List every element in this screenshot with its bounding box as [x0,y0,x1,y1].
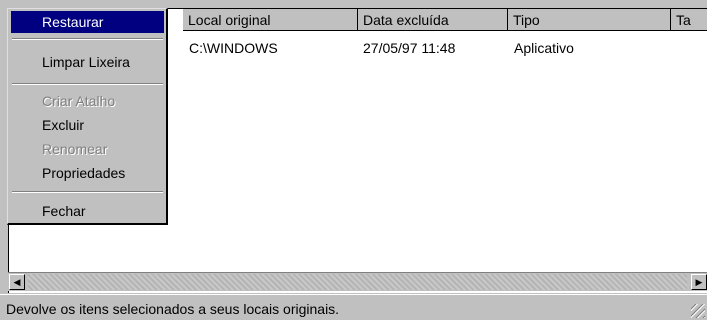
menu-item-propriedades[interactable]: Propriedades [11,162,164,184]
menu-item-renomear: Renomear [42,141,108,157]
column-header-tamanho[interactable]: Ta [671,9,707,31]
cell-local-original: C:\WINDOWS [189,40,278,56]
menu-item-criar-atalho: Criar Atalho [42,93,116,109]
menu-item-fechar[interactable]: Fechar [11,200,164,222]
column-header-tipo[interactable]: Tipo [508,9,671,31]
column-header-local-original[interactable]: Local original [183,9,358,31]
menu-separator [12,83,163,85]
arrow-left-icon[interactable]: ◀ [9,274,25,290]
horizontal-scrollbar[interactable]: ◀ ▶ [8,272,707,291]
menu-separator [12,38,163,40]
menu-item-restaurar[interactable]: Restaurar [11,11,164,33]
context-menu: Restaurar Limpar Lixeira Criar Atalho Ex… [7,8,168,225]
status-bar: Devolve os itens selecionados a seus loc… [0,294,707,320]
menu-separator [12,191,163,193]
cell-data-excluida: 27/05/97 11:48 [363,40,456,56]
arrow-right-icon[interactable]: ▶ [691,274,707,290]
column-header-data-excluida[interactable]: Data excluída [358,9,508,31]
menu-item-excluir[interactable]: Excluir [11,114,164,136]
resize-grip-icon[interactable] [691,304,705,318]
status-text: Devolve os itens selecionados a seus loc… [6,301,340,317]
cell-tipo: Aplicativo [514,40,574,56]
scroll-track[interactable] [28,274,687,290]
menu-item-limpar-lixeira[interactable]: Limpar Lixeira [11,51,164,73]
